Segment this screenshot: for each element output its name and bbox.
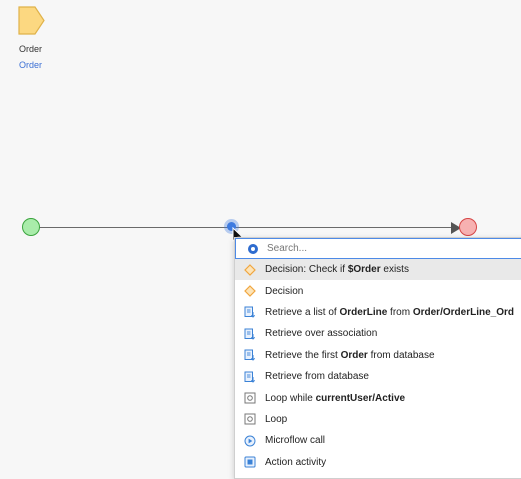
- parameter-icon: [18, 6, 45, 35]
- retrieve-icon: [244, 328, 256, 340]
- menu-item-label: Loop while currentUser/Active: [265, 392, 406, 404]
- menu-item-label: Retrieve from database: [265, 371, 369, 383]
- search-icon: [248, 243, 258, 254]
- order-parameter[interactable]: [17, 6, 47, 36]
- loop-icon: [244, 413, 256, 425]
- menu-item[interactable]: Decision: Check if $Order exists: [235, 259, 521, 281]
- retrieve-icon: [244, 349, 256, 361]
- retrieve-icon: [244, 371, 256, 383]
- insert-activity-popup: Decision: Check if $Order exists Decision…: [234, 237, 521, 479]
- action-activity-icon: [244, 456, 256, 468]
- menu-item[interactable]: Loop: [235, 409, 521, 430]
- decision-icon: [244, 285, 256, 297]
- sequence-flow[interactable]: [39, 227, 455, 228]
- menu-item[interactable]: Retrieve a list of OrderLine from Order/…: [235, 302, 521, 323]
- menu-item[interactable]: Microflow call: [235, 430, 521, 451]
- parameter-type: Order: [19, 60, 43, 70]
- retrieve-icon: [244, 306, 256, 319]
- start-event-icon[interactable]: [22, 218, 40, 236]
- menu-item[interactable]: Retrieve from database: [235, 366, 521, 387]
- menu-item-label: Microflow call: [265, 435, 326, 447]
- parameter-name: Order: [19, 44, 43, 54]
- menu-item-label: Retrieve over association: [265, 328, 378, 340]
- menu-item[interactable]: Loop while currentUser/Active: [235, 387, 521, 408]
- activity-menu: Decision: Check if $Order exists Decision…: [235, 259, 521, 473]
- menu-item-label: Retrieve a list of OrderLine from Order/…: [265, 306, 514, 318]
- menu-item[interactable]: Retrieve the first Order from database: [235, 345, 521, 366]
- decision-icon: [244, 263, 256, 276]
- loop-icon: [244, 392, 256, 404]
- search-input[interactable]: [267, 243, 487, 254]
- menu-item[interactable]: Retrieve over association: [235, 323, 521, 344]
- end-event-icon[interactable]: [459, 218, 477, 236]
- menu-item-label: Action activity: [265, 456, 327, 468]
- menu-item-label: Loop: [265, 413, 288, 425]
- search-box[interactable]: [235, 238, 521, 259]
- menu-item-label: Decision: Check if $Order exists: [265, 264, 409, 276]
- menu-item-label: Decision: [265, 285, 304, 297]
- menu-item[interactable]: Decision: [235, 280, 521, 301]
- microflow-call-icon: [244, 435, 256, 447]
- menu-item-label: Retrieve the first Order from database: [265, 349, 435, 361]
